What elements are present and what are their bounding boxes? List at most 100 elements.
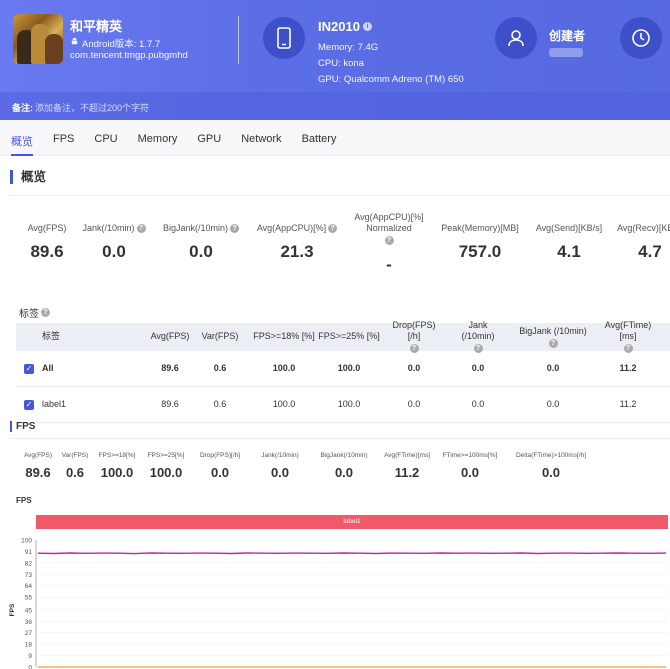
table-cell: 0.0 bbox=[546, 363, 560, 373]
help-icon[interactable]: ? bbox=[136, 224, 146, 233]
app-name: 和平精英 bbox=[70, 19, 123, 34]
table-row[interactable]: ✓ label1 89.6 0.6 100.0 100.0 0.0 0.0 0.0 11.2 bbox=[16, 387, 670, 423]
overview-stat: Jank(/10min)? 0.0 bbox=[74, 223, 154, 262]
stat-value: 4.1 bbox=[557, 242, 581, 261]
table-cell: 100.0 bbox=[337, 399, 361, 409]
stat-label: Avg(FPS) bbox=[12, 223, 82, 234]
remark-field[interactable]: 备注: 添加备注，不超过200个字符 bbox=[0, 92, 670, 120]
table-cell: 11.2 bbox=[619, 399, 637, 409]
column-header-text: Var(FPS) bbox=[201, 331, 239, 341]
table-row[interactable]: ✓ All 89.6 0.6 100.0 100.0 0.0 0.0 0.0 11.2 bbox=[16, 351, 670, 387]
help-icon[interactable]: ? bbox=[230, 224, 240, 233]
y-tick-label: 73 bbox=[25, 572, 33, 579]
clock-icon bbox=[620, 17, 662, 59]
divider bbox=[10, 195, 670, 196]
y-tick-label: 9 bbox=[28, 653, 32, 660]
creator-name-blurred bbox=[549, 48, 583, 57]
overview-stat: BigJank(/10min)? 0.0 bbox=[156, 223, 246, 262]
column-header: Var(FPS) bbox=[195, 323, 245, 350]
stat-label-text: Avg(FPS) bbox=[27, 223, 67, 233]
help-icon[interactable]: ? bbox=[328, 224, 338, 233]
tab-memory[interactable]: Memory bbox=[138, 120, 178, 156]
stat-label-text: BigJank(/10min) bbox=[162, 223, 229, 233]
stat-label: Avg(AppCPU)[%]? bbox=[252, 223, 342, 234]
table-header: 标签 Avg(FPS) Var(FPS) FPS>=18% [%] FPS>=25% [… bbox=[16, 320, 670, 353]
stat-label: Peak(Memory)[MB] bbox=[435, 223, 525, 234]
tab-gpu[interactable]: GPU bbox=[197, 120, 221, 156]
device-memory: Memory: 7.4G bbox=[318, 42, 379, 53]
tags-title: 标签 ? bbox=[19, 305, 50, 320]
y-tick-label: 82 bbox=[25, 560, 33, 567]
overview-stat: Avg(Send)[KB/s] 4.1 bbox=[529, 223, 609, 262]
table-cell: 11.2 bbox=[619, 363, 637, 373]
user-icon bbox=[495, 17, 537, 59]
overview-title: 概览 bbox=[10, 170, 46, 184]
stat-value: 4.7 bbox=[638, 242, 662, 261]
column-header: Avg(FPS) bbox=[145, 323, 195, 350]
table-cell: 0.0 bbox=[546, 399, 560, 409]
y-tick-label: 64 bbox=[25, 583, 33, 590]
stat-value: 89.6 bbox=[30, 242, 64, 261]
stat-label-text: Jank(/10min) bbox=[82, 223, 135, 233]
stat-label: Avg(Send)[KB/s] bbox=[529, 223, 609, 234]
table-cell: 89.6 bbox=[161, 363, 179, 373]
tags-table: 标签 Avg(FPS) Var(FPS) FPS>=18% [%] FPS>=25% [… bbox=[16, 320, 670, 423]
device-gpu: GPU: Qualcomm Adreno (TM) 650 bbox=[318, 74, 464, 85]
y-tick-label: 27 bbox=[25, 630, 33, 637]
column-header-text: Drop(FPS) [/h] bbox=[392, 320, 436, 341]
table-cell: 100.0 bbox=[272, 399, 296, 409]
stat-label-text: Peak(Memory)[MB] bbox=[441, 223, 519, 233]
column-header: FPS>=18% [%] bbox=[251, 323, 317, 350]
table-cell: 0.0 bbox=[471, 363, 485, 373]
tab-cpu[interactable]: CPU bbox=[94, 120, 117, 156]
stat-label-text: Avg(AppCPU)[%] bbox=[256, 223, 327, 233]
overview-stat: Avg(Recv)[KB/s] 4.7 bbox=[615, 223, 670, 262]
tab-battery[interactable]: Battery bbox=[302, 120, 337, 156]
stat-value: - bbox=[386, 255, 392, 274]
column-header-text: Jank (/10min) bbox=[461, 320, 495, 341]
label-band[interactable]: label1 bbox=[36, 515, 668, 529]
stat-value: 0.0 bbox=[102, 242, 126, 261]
column-header-text: Avg(FTime) [ms] bbox=[604, 320, 652, 341]
table-cell: 89.6 bbox=[161, 399, 179, 409]
fps-stat: Delta(FTime)>100ms[/h] 0.0 bbox=[511, 452, 591, 480]
tab-overview[interactable]: 概览 bbox=[11, 120, 33, 156]
chart-title: FPS bbox=[16, 496, 32, 505]
info-icon[interactable]: i bbox=[362, 22, 372, 31]
remark-label: 备注: bbox=[12, 103, 33, 113]
column-header: BigJank (/10min)? bbox=[513, 323, 593, 350]
help-icon[interactable]: ? bbox=[41, 308, 50, 317]
series-line bbox=[37, 552, 667, 555]
column-header-text: 标签 bbox=[42, 331, 61, 341]
help-icon[interactable]: ? bbox=[384, 236, 394, 245]
fps-stat-value: 0.0 bbox=[541, 465, 561, 480]
column-header: FPS>=25% [%] bbox=[316, 323, 382, 350]
table-cell: 0.6 bbox=[213, 399, 227, 409]
column-header: Drop(FPS) [/h]? bbox=[387, 320, 441, 353]
fps-chart: 100 91 82 73 64 55 45 36 27 18 9 0 FPS bbox=[9, 538, 668, 669]
y-tick-label: 36 bbox=[25, 619, 33, 626]
device-name-text: IN2010 bbox=[318, 19, 360, 34]
y-tick-label: 45 bbox=[25, 607, 33, 614]
overview-stat: Peak(Memory)[MB] 757.0 bbox=[435, 223, 525, 262]
table-cell: 0.0 bbox=[471, 399, 485, 409]
column-header-text: Avg(FPS) bbox=[150, 331, 190, 341]
divider bbox=[10, 438, 670, 439]
table-cell: 0.0 bbox=[407, 363, 421, 373]
overview-stat: Avg(FPS) 89.6 bbox=[12, 223, 82, 262]
tab-bar: 概览 FPS CPU Memory GPU Network Battery bbox=[0, 120, 670, 156]
tab-network[interactable]: Network bbox=[241, 120, 281, 156]
app-icon bbox=[13, 14, 63, 64]
row-checkbox[interactable]: ✓ bbox=[24, 364, 34, 374]
app-package: com.tencent.tmgp.pubgmhd bbox=[70, 50, 188, 61]
creator-label: 创建者 bbox=[549, 29, 586, 43]
tab-fps[interactable]: FPS bbox=[53, 120, 74, 156]
fps-stat-value: 0.0 bbox=[460, 465, 480, 480]
android-version-text: Android版本: 1.7.7 bbox=[82, 39, 161, 50]
help-icon[interactable]: ? bbox=[548, 338, 558, 348]
row-checkbox[interactable]: ✓ bbox=[24, 400, 34, 410]
android-icon bbox=[70, 37, 79, 49]
y-tick-label: 0 bbox=[28, 665, 32, 669]
stat-label-text: Avg(Send)[KB/s] bbox=[535, 223, 603, 233]
stat-label: Avg(AppCPU)[%] Normalized? bbox=[349, 212, 429, 245]
